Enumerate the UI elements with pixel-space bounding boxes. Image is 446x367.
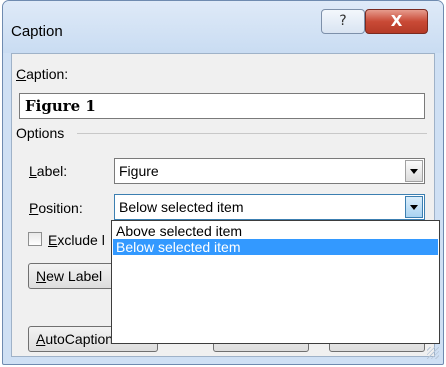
caption-input[interactable]: Figure 1 (19, 93, 425, 119)
exclude-label-text: Exclude l (48, 232, 105, 248)
label-field-label: Label: (29, 163, 68, 179)
new-label-button-text: New Label (36, 268, 103, 284)
label-dropdown-value: Figure (119, 163, 159, 179)
caption-input-value: Figure 1 (25, 97, 96, 115)
position-dropdown[interactable]: Below selected item (114, 194, 425, 220)
title-bar[interactable]: Caption ? X (3, 1, 443, 53)
close-icon: X (390, 12, 403, 30)
list-item-above-selected-item[interactable]: Above selected item (113, 223, 438, 239)
options-group-label: Options (16, 125, 65, 141)
chevron-down-icon[interactable] (405, 160, 423, 182)
exclude-label-checkbox[interactable] (28, 232, 42, 246)
help-icon: ? (339, 13, 347, 29)
position-field-label: Position: (29, 200, 83, 216)
position-dropdown-value: Below selected item (119, 199, 244, 215)
list-item-below-selected-item[interactable]: Below selected item (113, 239, 438, 255)
label-dropdown[interactable]: Figure (114, 158, 425, 184)
position-dropdown-list: Above selected item Below selected item (111, 220, 440, 344)
chevron-down-icon[interactable] (405, 196, 423, 218)
dialog-title: Caption (11, 23, 63, 40)
resize-grip[interactable] (427, 347, 439, 359)
close-button[interactable]: X (365, 9, 428, 34)
help-button[interactable]: ? (321, 9, 365, 34)
caption-label: Caption: (16, 66, 69, 82)
options-divider (77, 133, 427, 134)
